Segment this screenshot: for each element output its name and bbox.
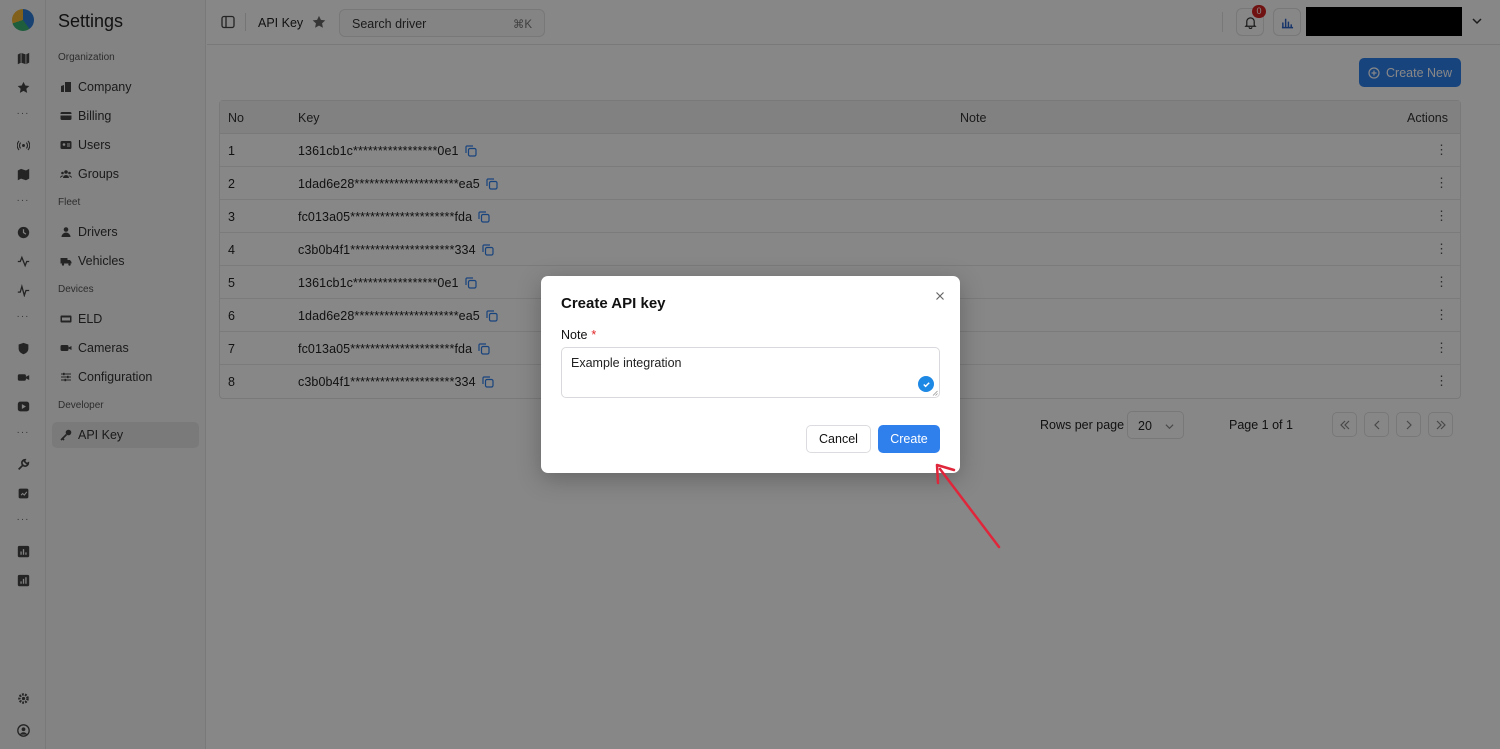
note-textarea[interactable]: Example integration bbox=[561, 347, 940, 398]
required-indicator: * bbox=[591, 328, 597, 342]
resize-handle-icon[interactable] bbox=[932, 390, 938, 396]
note-label: Note * bbox=[561, 328, 596, 342]
note-label-text: Note bbox=[561, 328, 588, 342]
note-value: Example integration bbox=[571, 356, 682, 370]
dialog-title: Create API key bbox=[561, 295, 666, 312]
close-icon[interactable] bbox=[934, 290, 946, 302]
cancel-button[interactable]: Cancel bbox=[806, 425, 871, 453]
create-api-key-dialog: Create API key Note * Example integration… bbox=[541, 276, 960, 473]
create-button[interactable]: Create bbox=[878, 425, 940, 453]
